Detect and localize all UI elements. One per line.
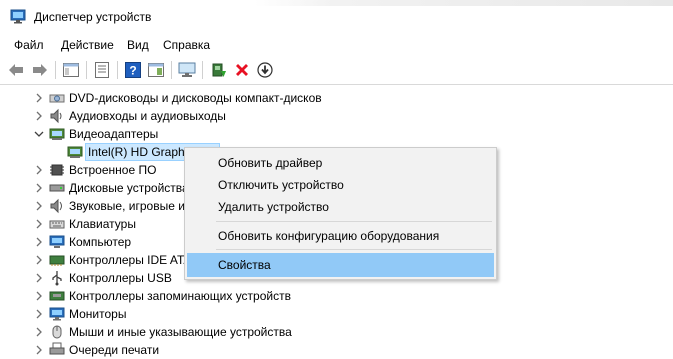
chevron-right-icon[interactable] bbox=[34, 201, 44, 211]
tree-item-label: Компьютер bbox=[69, 235, 132, 249]
printer-icon bbox=[49, 342, 65, 355]
menu-item-label: Обновить драйвер bbox=[218, 156, 323, 170]
monitor-icon bbox=[49, 307, 65, 321]
computer-icon bbox=[49, 235, 65, 248]
chip-icon bbox=[50, 164, 64, 176]
arrow-right-icon bbox=[33, 64, 47, 76]
chevron-right-icon[interactable] bbox=[34, 183, 44, 193]
menu-item-properties[interactable]: Свойства bbox=[187, 253, 494, 277]
properties-button[interactable] bbox=[93, 61, 111, 79]
menu-action[interactable]: Действие bbox=[61, 38, 114, 52]
menu-bar: Файл Действие Вид Справка bbox=[0, 33, 673, 56]
tree-item-label: DVD-дисководы и дисководы компакт-дисков bbox=[69, 91, 322, 105]
chevron-right-icon[interactable] bbox=[34, 219, 44, 229]
menu-view[interactable]: Вид bbox=[127, 38, 149, 52]
menu-separator bbox=[216, 221, 492, 222]
menu-item-label: Удалить устройство bbox=[218, 200, 329, 214]
chevron-right-icon[interactable] bbox=[34, 345, 44, 355]
tree-item-storage-controllers[interactable]: Контроллеры запоминающих устройств bbox=[0, 287, 673, 305]
keyboard-icon bbox=[49, 220, 65, 229]
tree-item-label: Очереди печати bbox=[69, 343, 160, 357]
menu-item-disable-device[interactable]: Отключить устройство bbox=[187, 174, 494, 196]
title-bar: Диспетчер устройств bbox=[0, 0, 673, 34]
storage-controller-icon bbox=[49, 291, 65, 301]
red-x-icon bbox=[236, 64, 248, 76]
chevron-right-icon[interactable] bbox=[34, 255, 44, 265]
device-manager-app-icon bbox=[10, 9, 26, 24]
menu-file[interactable]: Файл bbox=[14, 38, 44, 52]
tree-item-audio-io[interactable]: Аудиовходы и аудиовыходы bbox=[0, 107, 673, 125]
menu-separator bbox=[216, 249, 492, 250]
disk-drive-icon bbox=[49, 184, 65, 192]
display-adapter-icon bbox=[67, 146, 83, 158]
chevron-right-icon[interactable] bbox=[34, 111, 44, 121]
sound-device-icon bbox=[50, 198, 62, 214]
chevron-right-icon[interactable] bbox=[34, 273, 44, 283]
dvd-drive-icon bbox=[49, 94, 65, 103]
toolbar-separator bbox=[202, 61, 203, 79]
menu-item-scan-hardware-changes[interactable]: Обновить конфигурацию оборудования bbox=[187, 225, 494, 247]
tree-item-print-queues[interactable]: Очереди печати bbox=[0, 341, 673, 359]
usb-icon bbox=[52, 271, 62, 286]
monitor-scan-icon bbox=[178, 62, 196, 77]
menu-item-label: Отключить устройство bbox=[218, 178, 344, 192]
tree-item-display-adapters[interactable]: Видеоадаптеры bbox=[0, 125, 673, 143]
menu-item-uninstall-device[interactable]: Удалить устройство bbox=[187, 196, 494, 218]
view-window-icon bbox=[148, 63, 164, 77]
properties-sheet-icon bbox=[95, 62, 109, 78]
tree-item-mice[interactable]: Мыши и иные указывающие устройства bbox=[0, 323, 673, 341]
disable-device-button[interactable] bbox=[256, 61, 274, 79]
tree-item-label: Мыши и иные указывающие устройства bbox=[69, 325, 292, 339]
mouse-icon bbox=[52, 325, 62, 339]
update-driver-icon bbox=[212, 63, 226, 77]
console-tree-icon bbox=[63, 63, 79, 77]
window-title: Диспетчер устройств bbox=[34, 10, 152, 24]
svg-text:?: ? bbox=[129, 64, 136, 78]
tree-item-monitors[interactable]: Мониторы bbox=[0, 305, 673, 323]
scan-hardware-changes-button[interactable] bbox=[178, 61, 196, 79]
menu-item-label: Обновить конфигурацию оборудования bbox=[218, 229, 440, 243]
tree-item-label: Дисковые устройства bbox=[69, 181, 189, 195]
help-button[interactable]: ? bbox=[124, 61, 142, 79]
chevron-down-icon[interactable] bbox=[34, 129, 44, 139]
tree-item-label: Контроллеры запоминающих устройств bbox=[69, 289, 291, 303]
forward-button[interactable] bbox=[31, 61, 49, 79]
menu-help[interactable]: Справка bbox=[163, 38, 210, 52]
chevron-right-icon[interactable] bbox=[34, 165, 44, 175]
back-button[interactable] bbox=[7, 61, 25, 79]
update-driver-button[interactable] bbox=[210, 61, 228, 79]
context-menu: Обновить драйвер Отключить устройство Уд… bbox=[184, 147, 497, 280]
chevron-right-icon[interactable] bbox=[34, 93, 44, 103]
title-bar-background bbox=[150, 0, 673, 6]
tree-item-label: Видеоадаптеры bbox=[69, 127, 159, 141]
menu-item-update-driver[interactable]: Обновить драйвер bbox=[187, 152, 494, 174]
tree-item-label: Аудиовходы и аудиовыходы bbox=[69, 109, 226, 123]
chevron-right-icon[interactable] bbox=[34, 327, 44, 337]
tree-item-dvd[interactable]: DVD-дисководы и дисководы компакт-дисков bbox=[0, 89, 673, 107]
show-hide-console-tree-button[interactable] bbox=[62, 61, 80, 79]
tree-item-label: Мониторы bbox=[69, 307, 127, 321]
chevron-right-icon[interactable] bbox=[34, 291, 44, 301]
chevron-right-icon[interactable] bbox=[34, 237, 44, 247]
help-icon: ? bbox=[125, 62, 141, 78]
uninstall-device-button[interactable] bbox=[233, 61, 251, 79]
down-arrow-circle-icon bbox=[257, 62, 273, 78]
toolbar-separator bbox=[55, 61, 56, 79]
tree-item-label: Контроллеры USB bbox=[69, 271, 172, 285]
display-adapter-icon bbox=[49, 128, 65, 140]
menu-item-label: Свойства bbox=[218, 258, 271, 272]
chevron-right-icon[interactable] bbox=[34, 309, 44, 319]
tree-item-label: Встроенное ПО bbox=[69, 163, 157, 177]
controller-icon bbox=[49, 255, 65, 266]
arrow-left-icon bbox=[9, 64, 23, 76]
toolbar: ? bbox=[0, 56, 673, 85]
toolbar-separator bbox=[117, 61, 118, 79]
toolbar-separator bbox=[171, 61, 172, 79]
tree-item-label: Клавиатуры bbox=[69, 217, 136, 231]
speaker-icon bbox=[50, 108, 62, 124]
view-options-button[interactable] bbox=[147, 61, 165, 79]
toolbar-separator bbox=[86, 61, 87, 79]
